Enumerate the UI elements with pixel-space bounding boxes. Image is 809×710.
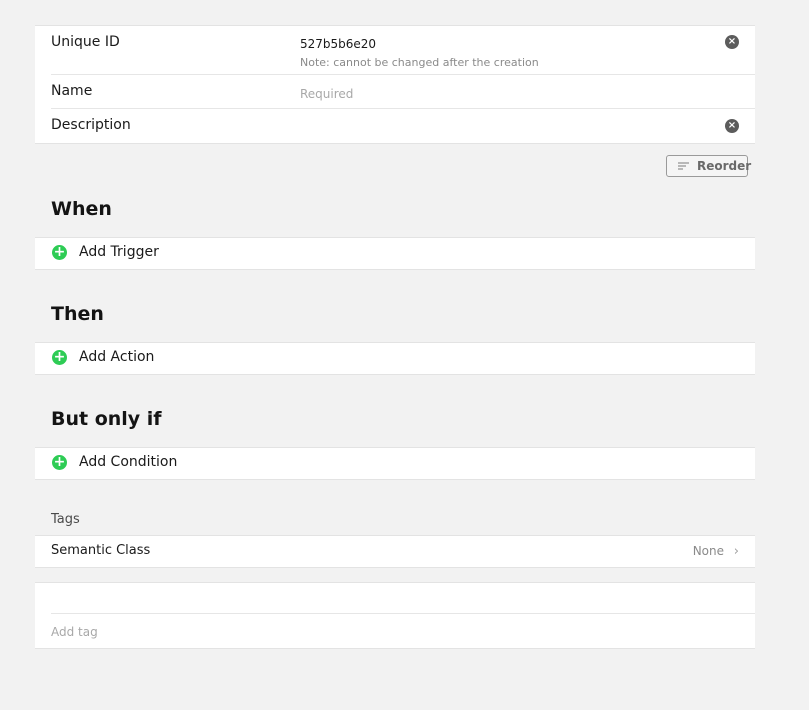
description-label: Description <box>51 117 131 133</box>
section-title-when: When <box>51 198 112 220</box>
semantic-class-row[interactable]: Semantic Class None › <box>35 535 755 568</box>
details-panel: Unique ID 527b5b6e20 Note: cannot be cha… <box>35 25 755 144</box>
divider <box>51 108 755 109</box>
name-label: Name <box>51 83 93 99</box>
add-action-button[interactable]: + Add Action <box>35 342 755 375</box>
clear-unique-id-icon[interactable]: × <box>725 35 739 49</box>
reorder-label: Reorder <box>697 159 752 173</box>
semantic-class-value: None <box>692 544 724 558</box>
section-title-conditions: But only if <box>51 408 162 430</box>
name-input[interactable]: Required <box>300 87 353 101</box>
add-circle-icon: + <box>52 454 67 470</box>
divider <box>51 613 755 614</box>
section-title-then: Then <box>51 303 104 325</box>
add-tag-input[interactable]: Add tag <box>51 625 98 639</box>
add-condition-label: Add Condition <box>79 454 178 470</box>
clear-description-icon[interactable]: × <box>725 119 739 133</box>
semantic-class-label: Semantic Class <box>51 543 151 558</box>
chevron-right-icon: › <box>733 544 739 559</box>
unique-id-label: Unique ID <box>51 34 120 50</box>
add-action-label: Add Action <box>79 349 155 365</box>
reorder-icon <box>678 162 689 170</box>
reorder-button[interactable]: Reorder <box>666 155 752 177</box>
add-circle-icon: + <box>52 244 67 260</box>
unique-id-value[interactable]: 527b5b6e20 <box>300 37 376 51</box>
tag-panel: Add tag <box>35 582 755 649</box>
add-trigger-button[interactable]: + Add Trigger <box>35 237 755 270</box>
tags-section-label: Tags <box>51 512 80 527</box>
add-condition-button[interactable]: + Add Condition <box>35 447 755 480</box>
add-circle-icon: + <box>52 349 67 365</box>
divider <box>51 74 755 75</box>
add-trigger-label: Add Trigger <box>79 244 159 260</box>
unique-id-note: Note: cannot be changed after the creati… <box>300 56 539 69</box>
